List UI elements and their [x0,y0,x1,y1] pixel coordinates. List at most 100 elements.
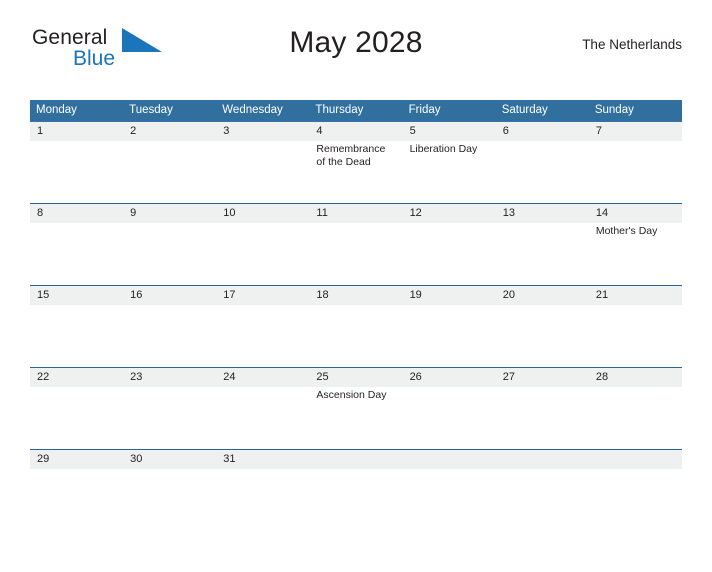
day-event [589,305,682,307]
day-number: 22 [30,368,124,387]
calendar-day-cell[interactable] [402,449,496,474]
calendar-week-row: 8 9 10 11 12 13 14 Mother's Day [30,203,682,286]
calendar-day-cell[interactable]: 6 [495,121,589,204]
day-event [123,387,216,389]
calendar-day-cell[interactable]: 3 [216,121,310,204]
calendar-day-cell[interactable]: 11 [309,203,403,286]
day-event [309,223,402,225]
calendar-day-cell[interactable]: 9 [123,203,217,286]
day-event [496,141,589,143]
calendar-day-cell[interactable]: 28 [588,367,682,450]
calendar-day-cell[interactable]: 16 [123,285,217,368]
calendar-day-cell[interactable]: 4 Remembrance of the Dead [309,121,403,204]
calendar-day-cell[interactable]: 31 [216,449,310,474]
day-number: 13 [495,204,589,223]
day-number: 31 [216,450,310,469]
weekday-header-friday: Friday [402,100,496,122]
weekday-header-sunday: Sunday [588,100,682,122]
weekday-header-thursday: Thursday [309,100,403,122]
calendar-day-cell[interactable]: 19 [402,285,496,368]
calendar-week-row: 22 23 24 25 Ascension Day 26 27 28 [30,367,682,450]
day-number: 8 [30,204,124,223]
calendar-day-cell[interactable]: 17 [216,285,310,368]
day-event [403,387,496,389]
day-number [588,450,682,469]
day-event [403,223,496,225]
day-event [589,387,682,389]
calendar-day-cell[interactable]: 8 [30,203,124,286]
day-event [496,305,589,307]
day-number [402,450,496,469]
calendar-day-cell[interactable]: 2 [123,121,217,204]
calendar-day-cell[interactable]: 12 [402,203,496,286]
day-number: 20 [495,286,589,305]
calendar-day-cell[interactable] [495,449,589,474]
day-number: 5 [402,122,496,141]
calendar-table: Monday Tuesday Wednesday Thursday Friday… [30,100,682,474]
day-number [495,450,589,469]
day-number: 19 [402,286,496,305]
day-number: 10 [216,204,310,223]
day-number [309,450,403,469]
day-number: 28 [588,368,682,387]
calendar-day-cell[interactable]: 15 [30,285,124,368]
calendar-day-cell[interactable]: 21 [588,285,682,368]
calendar-day-cell[interactable]: 29 [30,449,124,474]
calendar-day-cell[interactable]: 13 [495,203,589,286]
calendar-day-cell[interactable]: 30 [123,449,217,474]
day-number: 3 [216,122,310,141]
day-event [496,223,589,225]
day-event [496,387,589,389]
calendar-day-cell[interactable]: 18 [309,285,403,368]
day-event [589,141,682,143]
day-event: Remembrance of the Dead [316,143,386,168]
weekday-header-row: Monday Tuesday Wednesday Thursday Friday… [30,100,682,122]
day-number: 4 [309,122,403,141]
day-event [216,305,309,307]
day-number: 2 [123,122,217,141]
day-number: 30 [123,450,217,469]
calendar-day-cell[interactable] [309,449,403,474]
calendar-day-cell[interactable]: 23 [123,367,217,450]
day-event [30,223,123,225]
calendar-day-cell[interactable]: 7 [588,121,682,204]
calendar-week-row: 15 16 17 18 19 20 21 [30,285,682,368]
calendar-day-cell[interactable]: 26 [402,367,496,450]
calendar-day-cell[interactable]: 27 [495,367,589,450]
day-event [123,141,216,143]
calendar-day-cell[interactable] [588,449,682,474]
calendar-day-cell[interactable]: 22 [30,367,124,450]
day-number: 7 [588,122,682,141]
day-number: 6 [495,122,589,141]
day-event: Ascension Day [316,389,387,401]
day-number: 18 [309,286,403,305]
calendar-day-cell[interactable]: 5 Liberation Day [402,121,496,204]
day-number: 27 [495,368,589,387]
day-event [30,387,123,389]
calendar-day-cell[interactable]: 1 [30,121,124,204]
day-number: 23 [123,368,217,387]
weekday-header-tuesday: Tuesday [123,100,217,122]
calendar-day-cell[interactable]: 10 [216,203,310,286]
calendar-day-cell[interactable]: 25 Ascension Day [309,367,403,450]
calendar-week-row: 1 2 3 4 Remembrance of the Dead 5 Libera… [30,121,682,204]
day-event [216,223,309,225]
day-event: Liberation Day [409,143,478,155]
day-number: 16 [123,286,217,305]
day-number: 29 [30,450,124,469]
calendar-week-row: 29 30 31 [30,449,682,474]
day-event [30,305,123,307]
day-number: 26 [402,368,496,387]
day-event [123,223,216,225]
day-event [123,305,216,307]
day-number: 21 [588,286,682,305]
calendar-day-cell[interactable]: 14 Mother's Day [588,203,682,286]
weekday-header-wednesday: Wednesday [216,100,310,122]
day-number: 17 [216,286,310,305]
day-number: 9 [123,204,217,223]
day-event [30,141,123,143]
calendar-day-cell[interactable]: 20 [495,285,589,368]
calendar-day-cell[interactable]: 24 [216,367,310,450]
page-header: General Blue May 2028 The Netherlands [30,22,682,74]
country-label: The Netherlands [582,37,682,52]
